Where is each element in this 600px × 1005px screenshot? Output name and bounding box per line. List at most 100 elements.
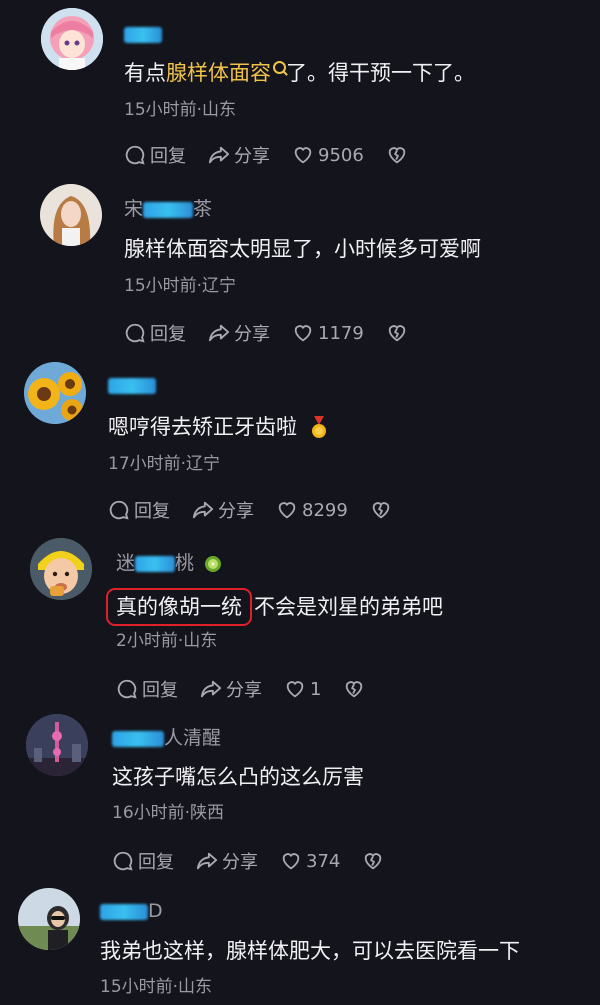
like-count: 1: [310, 678, 322, 700]
broken-heart-icon: [388, 147, 406, 164]
like-button[interactable]: 8299: [276, 499, 348, 521]
username[interactable]: [124, 22, 162, 46]
comment-text: 腺样体面容太明显了，小时候多可爱啊: [124, 237, 481, 261]
comment-meta: 16小时前·陕西: [112, 803, 225, 823]
username[interactable]: 迷桃: [116, 551, 222, 575]
reply-button[interactable]: 回复: [108, 497, 170, 523]
username-suffix: 人清醒: [164, 727, 222, 749]
reply-bubble-icon: [125, 145, 145, 165]
dislike-button[interactable]: [370, 499, 392, 521]
username-redaction: [143, 201, 194, 218]
share-arrow-icon: [200, 680, 222, 698]
share-button[interactable]: 分享: [200, 676, 262, 702]
username[interactable]: D: [100, 899, 163, 923]
comment-meta: 15小时前·山东: [100, 977, 213, 997]
kiwi-badge-icon: [205, 555, 222, 572]
like-count: 8299: [302, 499, 348, 521]
share-arrow-icon: [196, 852, 218, 870]
like-button[interactable]: 1: [284, 678, 321, 700]
dislike-button[interactable]: [386, 322, 408, 344]
share-button[interactable]: 分享: [208, 320, 270, 346]
girl-photo-avatar-icon: [40, 184, 102, 246]
avatar[interactable]: [40, 184, 102, 246]
text-part: 了。得干预一下了。: [286, 61, 475, 85]
reply-button[interactable]: 回复: [116, 676, 178, 702]
like-button[interactable]: 374: [280, 850, 340, 872]
search-keyword-link[interactable]: 腺样体面容: [166, 61, 271, 85]
share-button[interactable]: 分享: [196, 848, 258, 874]
broken-heart-icon: [365, 853, 382, 870]
like-count: 374: [306, 850, 341, 872]
avatar[interactable]: [18, 888, 80, 950]
heart-icon: [282, 853, 300, 870]
reply-button[interactable]: 回复: [124, 320, 186, 346]
comment-text: 有点腺样体面容 了。得干预一下了。: [124, 58, 475, 88]
avatar[interactable]: [26, 714, 88, 776]
reply-label: 回复: [138, 852, 174, 873]
comment-text: 我弟也这样，腺样体肥大，可以去医院看一下: [100, 939, 520, 963]
dislike-button[interactable]: [362, 850, 384, 872]
circled-text-annotation: 真的像胡一统: [106, 588, 252, 626]
comment-meta: 2小时前·山东: [116, 631, 218, 651]
share-arrow-icon: [208, 146, 230, 164]
text-part: 不会是刘星的弟弟吧: [254, 595, 443, 619]
reply-label: 回复: [142, 680, 178, 701]
username-prefix: 迷: [116, 552, 136, 574]
reply-bubble-icon: [109, 500, 129, 520]
reply-button[interactable]: 回复: [124, 142, 186, 168]
dislike-button[interactable]: [343, 678, 365, 700]
reply-bubble-icon: [113, 851, 133, 871]
comment-actions: 回复 分享 1: [116, 676, 365, 702]
comment-text: 这孩子嘴怎么凸的这么厉害: [112, 765, 364, 789]
avatar[interactable]: [24, 362, 86, 424]
sunflower-avatar-icon: [24, 362, 86, 424]
search-icon[interactable]: [273, 61, 286, 74]
text-part: 有点: [124, 61, 166, 85]
comment-meta: 17小时前·辽宁: [108, 454, 221, 474]
share-button[interactable]: 分享: [208, 142, 270, 168]
share-arrow-icon: [208, 324, 230, 342]
reply-label: 回复: [150, 146, 186, 167]
comment-actions: 回复 分享 374: [112, 848, 384, 874]
avatar[interactable]: [41, 8, 103, 70]
username-redaction: [124, 26, 162, 43]
like-count: 9506: [318, 144, 364, 166]
share-label: 分享: [226, 680, 262, 701]
username[interactable]: 人清醒: [112, 726, 221, 750]
like-button[interactable]: 1179: [292, 322, 364, 344]
username-suffix: D: [148, 900, 163, 922]
comment-actions: 回复 分享 1179: [124, 320, 408, 346]
avatar[interactable]: [30, 538, 92, 600]
text-part: 嗯哼得去矫正牙齿啦: [108, 415, 297, 439]
username-redaction: [108, 377, 156, 394]
heart-icon: [278, 502, 296, 519]
username-redaction: [100, 903, 148, 920]
heart-icon: [294, 147, 312, 164]
dislike-button[interactable]: [386, 144, 408, 166]
reply-bubble-icon: [125, 323, 145, 343]
comment-meta: 15小时前·辽宁: [124, 276, 237, 296]
city-tower-avatar-icon: [26, 714, 88, 776]
username-suffix: 茶: [193, 198, 213, 220]
username-suffix: 桃: [175, 552, 195, 574]
share-label: 分享: [222, 852, 258, 873]
reply-label: 回复: [134, 501, 170, 522]
medal-emoji-icon: [311, 416, 326, 438]
share-button[interactable]: 分享: [192, 497, 254, 523]
broken-heart-icon: [372, 502, 390, 519]
share-label: 分享: [218, 501, 254, 522]
username-redaction: [135, 555, 176, 572]
username-prefix: 宋: [124, 198, 144, 220]
like-button[interactable]: 9506: [292, 144, 364, 166]
comment-actions: 回复 分享 8299: [108, 497, 392, 523]
comment-text: 真的像胡一统 不会是刘星的弟弟吧: [106, 588, 443, 626]
heart-icon: [286, 681, 304, 698]
comment-meta: 15小时前·山东: [124, 100, 237, 120]
username-redaction: [112, 730, 164, 747]
comment-actions: 回复 分享 9506: [124, 142, 408, 168]
broken-heart-icon: [346, 681, 363, 698]
reply-button[interactable]: 回复: [112, 848, 174, 874]
username[interactable]: [108, 373, 156, 397]
username[interactable]: 宋茶: [124, 197, 212, 221]
reply-bubble-icon: [117, 679, 137, 699]
